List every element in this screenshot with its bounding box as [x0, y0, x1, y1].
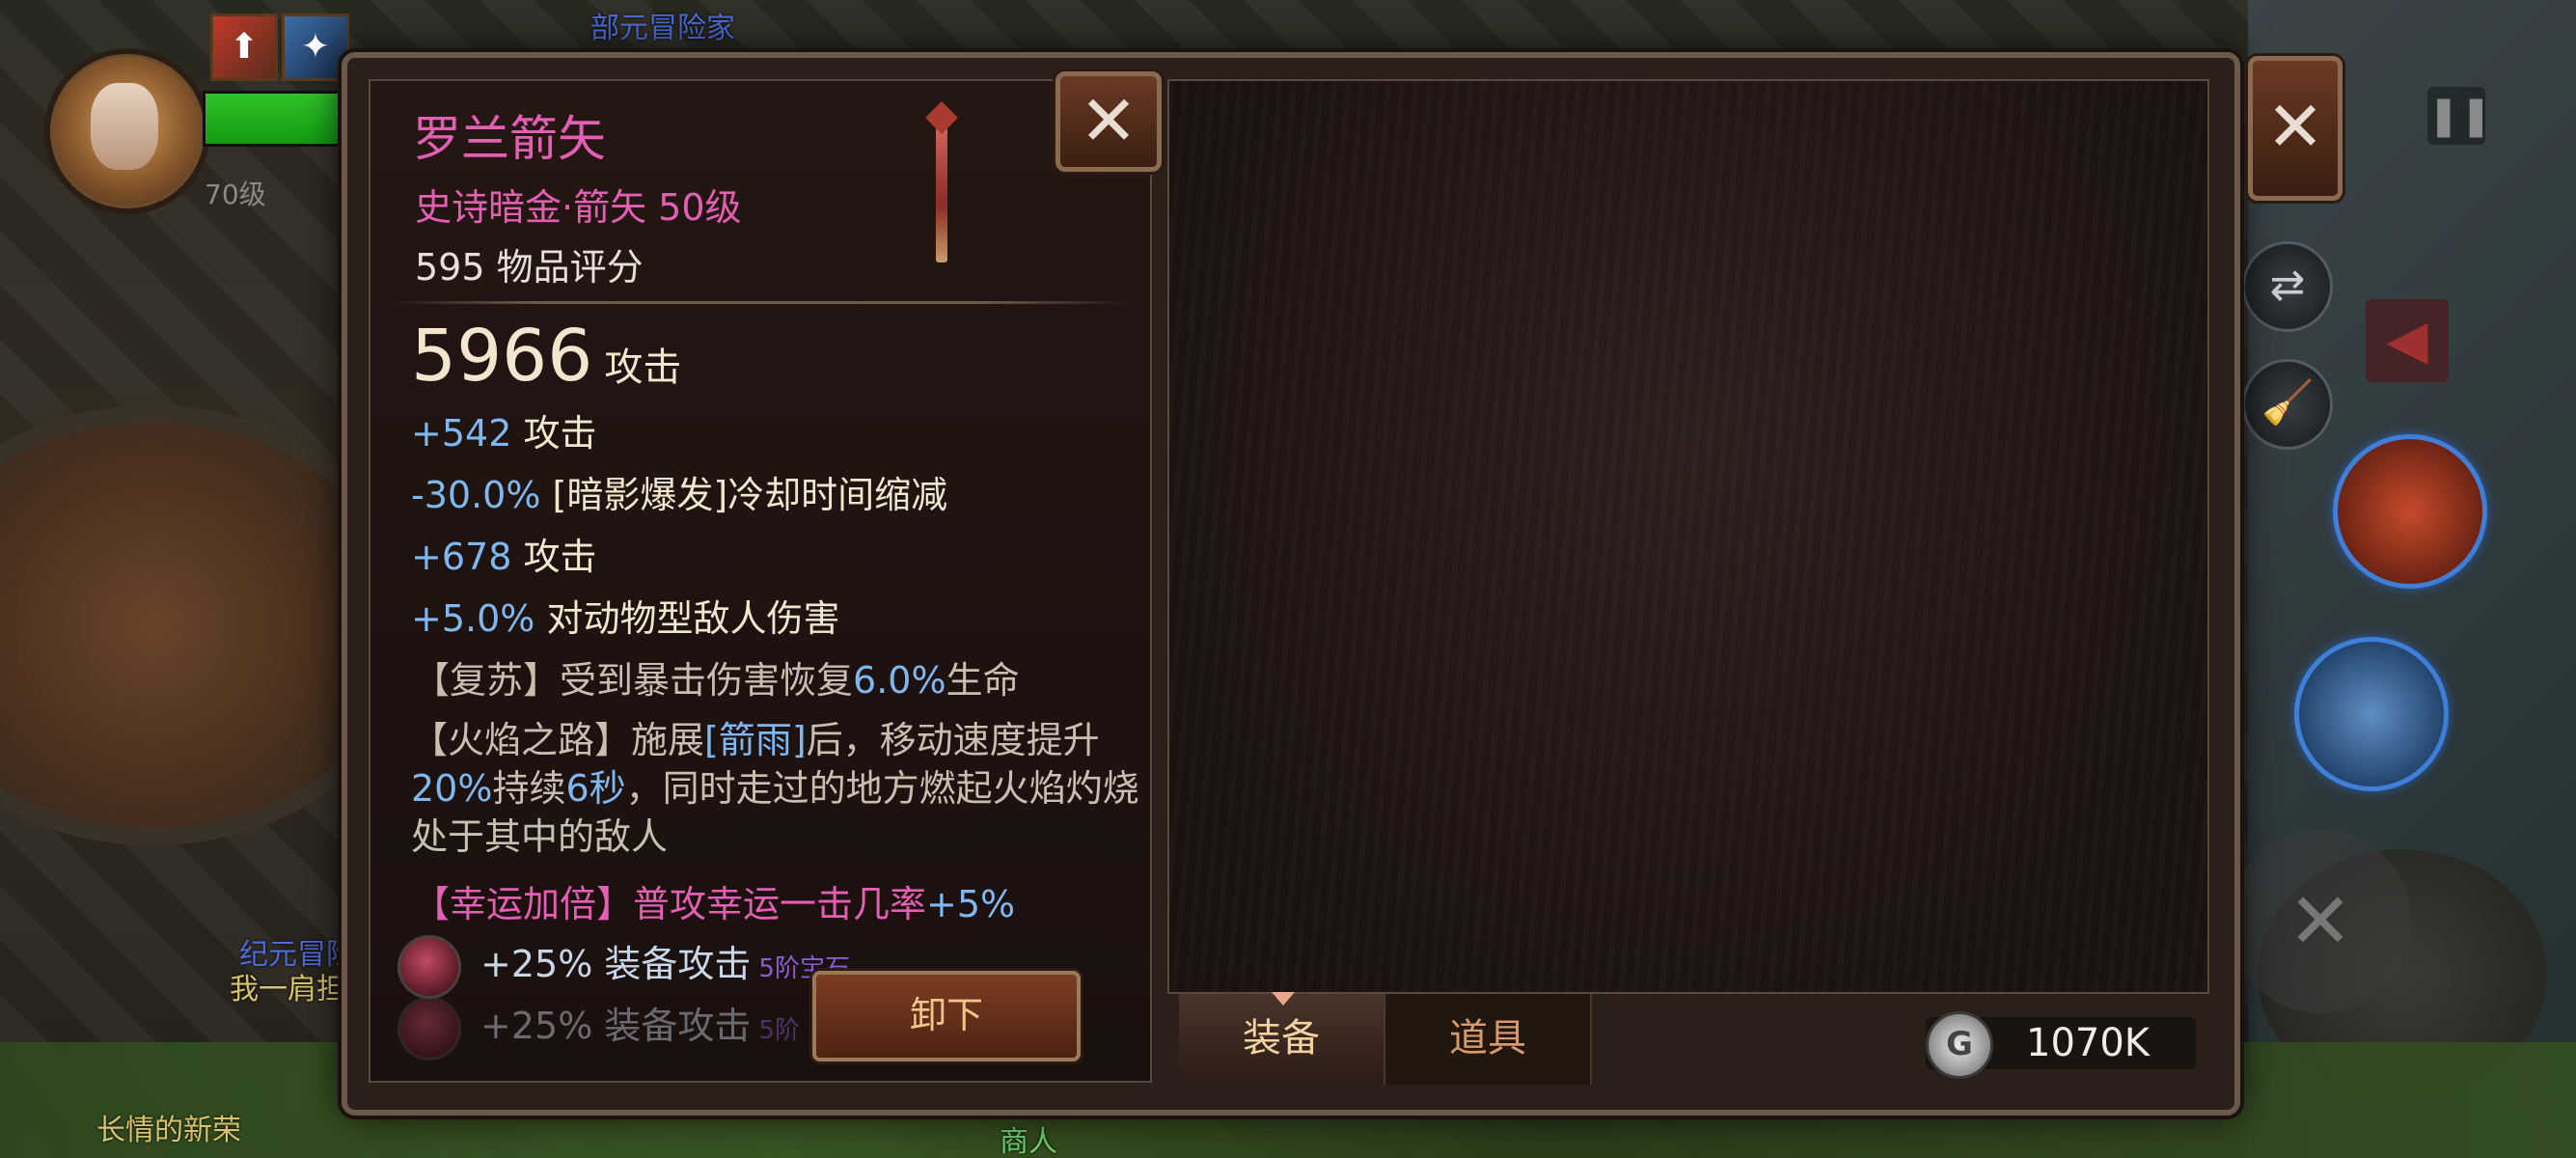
armor-up-icon[interactable]: ⬆	[210, 14, 278, 81]
stat-line: +542 攻击	[411, 403, 596, 456]
broom-cleanup-button[interactable]: 🧹	[2242, 359, 2333, 450]
close-window-button[interactable]: ✕	[2248, 56, 2343, 201]
currency-amount: 1070K	[2026, 1021, 2151, 1065]
affix-revive: 【复苏】受到暴击伤害恢复6.0%生命	[413, 650, 1020, 703]
legendary-affix: 【幸运加倍】普攻幸运一击几率+5%	[413, 874, 1015, 927]
arrow-item-icon	[936, 118, 947, 262]
stat-value: +5.0%	[411, 597, 535, 640]
affix-text: 【幸运加倍】普攻幸运一击几率	[413, 883, 927, 925]
affix-value: 20%	[411, 767, 493, 810]
item-score: 595 物品评分	[415, 246, 644, 289]
gem-icon	[397, 934, 461, 999]
gem-value: +25%	[480, 1005, 593, 1047]
affix-text: 后，移动速度提升	[806, 719, 1100, 761]
npc-name-label[interactable]: 商人	[1000, 1117, 1057, 1158]
gem-socket-row: +25% 装备攻击 5阶	[397, 996, 800, 1061]
player-portrait[interactable]	[44, 48, 210, 214]
affix-value: 6秒	[565, 767, 626, 810]
affix-text: 生命	[945, 659, 1020, 702]
tab-equipment[interactable]: 装备	[1179, 992, 1385, 1085]
affix-skill: [箭雨]	[704, 719, 807, 761]
affix-value: +5%	[926, 883, 1016, 925]
main-stat-value: 5966	[411, 315, 593, 398]
affix-value: 6.0%	[853, 659, 946, 702]
swap-view-button[interactable]: ⇄	[2242, 241, 2333, 332]
affix-text: 【火焰之路】施展	[411, 719, 705, 761]
attack-joystick[interactable]: ✕	[2229, 830, 2412, 1013]
stat-line: +5.0% 对动物型敌人伤害	[411, 589, 840, 642]
stat-value: -30.0%	[411, 474, 541, 516]
affix-flame-path: 【火焰之路】施展[箭雨]后，移动速度提升20%持续6秒，同时走过的地方燃起火焰灼…	[411, 716, 1144, 861]
stat-line: +678 攻击	[411, 527, 596, 580]
gem-icon	[397, 996, 461, 1061]
fire-skill-button[interactable]	[2333, 434, 2487, 589]
close-tooltip-button[interactable]: ✕	[1055, 71, 1162, 172]
npc-name-label[interactable]: 长情的新荣	[96, 1106, 241, 1148]
gem-socket-row: +25% 装备攻击 5阶宝石	[397, 934, 850, 999]
stat-label: 攻击	[523, 536, 597, 578]
npc-name-label[interactable]: 我一肩担	[230, 965, 345, 1007]
hp-bar	[203, 91, 363, 147]
gem-label: 装备攻击	[604, 1005, 752, 1047]
silver-coin-icon: G	[1926, 1011, 1993, 1079]
ice-shield-icon[interactable]: ✦	[282, 14, 349, 81]
npc-name-label[interactable]: 部元冒险家	[590, 4, 735, 46]
stat-value: +678	[411, 536, 512, 578]
hp-bar-fill	[206, 94, 360, 144]
unequip-button[interactable]: 卸下	[812, 971, 1081, 1062]
affix-text: 持续	[492, 767, 566, 810]
stat-line: -30.0% [暗影爆发]冷却时间缩减	[411, 465, 947, 518]
pause-button[interactable]: ❚❚	[2427, 87, 2492, 145]
gem-value: +25%	[480, 943, 593, 985]
gem-label: 装备攻击	[604, 943, 752, 985]
stat-value: +542	[411, 412, 512, 455]
main-stat: 5966 攻击	[411, 315, 681, 398]
stat-label: [暗影爆发]冷却时间缩减	[552, 474, 948, 516]
divider	[390, 301, 1129, 304]
stat-label: 攻击	[523, 412, 597, 455]
tab-items[interactable]: 道具	[1385, 994, 1592, 1085]
arrow-rain-skill-button[interactable]	[2294, 637, 2449, 791]
item-name: 罗兰箭矢	[413, 111, 606, 167]
character-face	[91, 83, 158, 170]
item-type: 史诗暗金·箭矢 50级	[415, 186, 742, 229]
gem-rank: 5阶	[758, 1016, 800, 1045]
stat-label: 对动物型敌人伤害	[546, 597, 840, 640]
arrow-left-icon[interactable]: ◀	[2366, 299, 2449, 382]
player-level: 70级	[205, 179, 266, 210]
affix-text: 【复苏】受到暴击伤害恢复	[413, 659, 854, 702]
inventory-panel	[1167, 79, 2209, 994]
main-stat-label: 攻击	[604, 345, 682, 390]
